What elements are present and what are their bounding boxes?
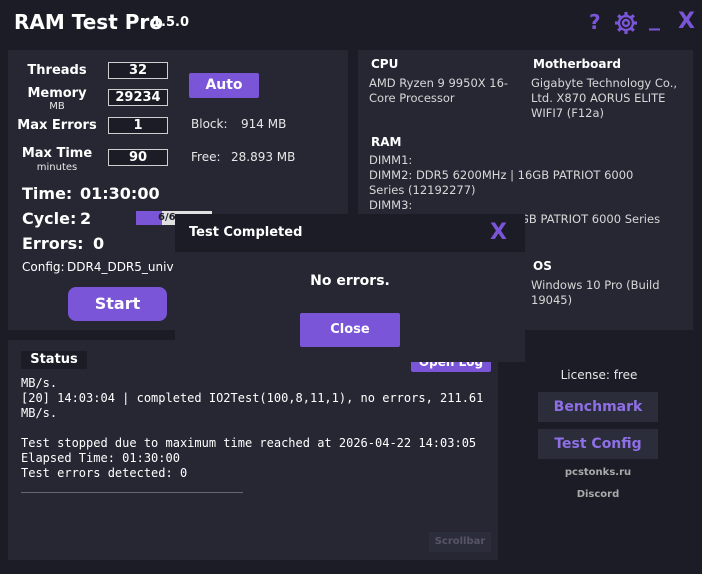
log-output: MB/s. [20] 14:03:04 | completed IO2Test(…	[21, 376, 491, 496]
benchmark-button[interactable]: Benchmark	[538, 392, 658, 422]
dialog-title: Test Completed	[189, 225, 303, 240]
log-line: MB/s.	[21, 376, 58, 390]
help-button[interactable]: ?	[589, 10, 601, 34]
threads-label: Threads	[27, 63, 87, 78]
block-value: 914 MB	[241, 117, 287, 131]
site-link[interactable]: pcstonks.ru	[538, 467, 658, 478]
max-errors-label: Max Errors	[17, 118, 97, 133]
motherboard-header: Motherboard	[533, 57, 621, 71]
max-errors-input[interactable]: 1	[108, 117, 168, 134]
dialog-message: No errors.	[310, 273, 390, 289]
minimize-button[interactable]: _	[649, 6, 660, 31]
test-completed-dialog: Test Completed X No errors. Close	[175, 214, 525, 362]
block-label: Block:	[191, 117, 228, 131]
free-value: 28.893 MB	[231, 150, 296, 164]
dimm1-label: DIMM1:	[369, 153, 413, 167]
app-title: RAM Test Pro	[14, 10, 163, 34]
ram-header: RAM	[371, 135, 402, 149]
status-header: Status	[21, 351, 87, 369]
log-line: MB/s.	[21, 406, 58, 420]
threads-input[interactable]: 32	[108, 62, 168, 79]
memory-unit: MB	[49, 101, 65, 112]
cpu-value: AMD Ryzen 9 9950X 16-Core Processor	[369, 76, 509, 105]
free-label: Free:	[191, 150, 221, 164]
max-time-input[interactable]: 90	[108, 149, 168, 166]
test-config-button[interactable]: Test Config	[538, 429, 658, 459]
dialog-close-icon[interactable]: X	[490, 220, 507, 245]
dimm3-label: DIMM3:	[369, 198, 413, 212]
license-text: License: free	[560, 368, 638, 382]
auto-button[interactable]: Auto	[189, 73, 259, 98]
log-separator: ________________________________________…	[21, 484, 244, 493]
log-line: Test errors detected: 0	[21, 466, 188, 480]
errors-value: 0	[93, 234, 105, 253]
memory-input[interactable]: 29234	[108, 89, 168, 106]
cycle-value: 2	[80, 209, 92, 228]
gear-icon	[615, 12, 637, 34]
log-line: [20] 14:03:04 | completed IO2Test(100,8,…	[21, 391, 484, 405]
start-button[interactable]: Start	[68, 287, 167, 321]
time-value: 01:30:00	[80, 184, 160, 203]
memory-label: Memory	[27, 86, 87, 101]
dimm4-value: GB PATRIOT 6000 Series	[520, 212, 661, 226]
dialog-close-button[interactable]: Close	[300, 313, 400, 347]
os-value: Windows 10 Pro (Build 19045)	[531, 278, 660, 307]
config-value[interactable]: DDR4_DDR5_univ	[67, 260, 174, 274]
cycle-progress-text: 6/6	[158, 212, 176, 223]
max-time-unit: minutes	[36, 162, 78, 173]
cycle-label: Cycle:	[22, 209, 77, 228]
app-version: 1.5.0	[152, 15, 190, 30]
motherboard-value: Gigabyte Technology Co., Ltd. X870 AORUS…	[531, 76, 678, 120]
dimm2-value: DIMM2: DDR5 6200MHz | 16GB PATRIOT 6000 …	[369, 168, 634, 197]
time-label: Time:	[22, 184, 73, 203]
log-line: Elapsed Time: 01:30:00	[21, 451, 180, 465]
os-header: OS	[533, 259, 552, 273]
close-app-button[interactable]: X	[678, 9, 695, 34]
cpu-header: CPU	[371, 57, 399, 71]
settings-button[interactable]	[614, 11, 638, 35]
scrollbar-button[interactable]: Scrollbar	[429, 532, 491, 552]
max-time-label: Max Time	[21, 146, 93, 161]
errors-label: Errors:	[22, 234, 84, 253]
config-label: Config:	[22, 260, 65, 274]
log-line: Test stopped due to maximum time reached…	[21, 436, 477, 450]
discord-link[interactable]: Discord	[538, 489, 658, 500]
